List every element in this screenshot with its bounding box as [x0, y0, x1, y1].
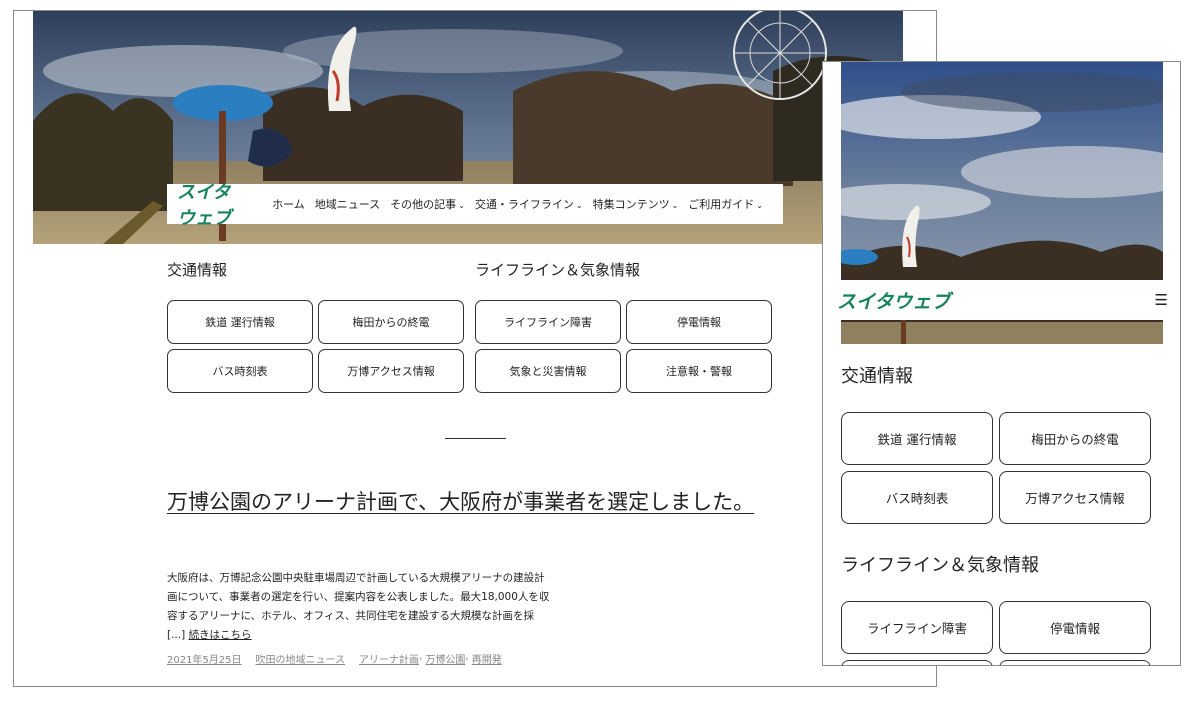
nav-item-traffic-lifeline[interactable]: 交通・ライフライン ⌄ [475, 196, 583, 212]
bus-timetable-button[interactable]: バス時刻表 [167, 349, 313, 393]
post-tag-link[interactable]: 万博公園 [425, 651, 465, 666]
post-title-link[interactable]: 万博公園のアリーナ計画で、大阪府が事業者を選定しました。 [167, 488, 757, 516]
weather-disaster-button[interactable]: 気象と災害情報 [475, 349, 621, 393]
chevron-down-icon: ⌄ [756, 201, 763, 210]
post-category-link[interactable]: 吹田の地域ニュース [256, 651, 346, 666]
expo-access-button[interactable]: 万博アクセス情報 [999, 471, 1151, 524]
lifeline-section-title: ライフライン＆気象情報 [841, 555, 1039, 576]
post-tag-link[interactable]: アリーナ計画 [359, 651, 419, 666]
chevron-down-icon: ⌄ [671, 201, 679, 210]
warnings-button[interactable]: 注意報・警報 [999, 660, 1151, 665]
post-date-link[interactable]: 2021年5月25日 [167, 651, 242, 666]
last-train-umeda-button[interactable]: 梅田からの終電 [318, 300, 464, 344]
nav-item-guide[interactable]: ご利用ガイド ⌄ [688, 196, 763, 212]
site-logo[interactable]: スイタウェブ [177, 178, 246, 230]
traffic-section-title: 交通情報 [841, 366, 913, 387]
warnings-button[interactable]: 注意報・警報 [626, 349, 772, 393]
mobile-screenshot: スイタウェブ ☰ 交通情報 鉄道 運行情報 梅田からの終電 バス時刻表 万博アク… [822, 61, 1181, 666]
lifeline-section-title: ライフライン＆気象情報 [475, 261, 641, 279]
post-tag-link[interactable]: 再開発 [472, 651, 502, 666]
traffic-buttons: 鉄道 運行情報 梅田からの終電 バス時刻表 万博アクセス情報 [841, 412, 1151, 524]
nav-item-home[interactable]: ホーム [272, 196, 305, 212]
weather-disaster-button[interactable]: 気象と災害情報 [841, 660, 993, 665]
bus-timetable-button[interactable]: バス時刻表 [841, 471, 993, 524]
power-outage-button[interactable]: 停電情報 [626, 300, 772, 344]
site-header: スイタウェブ ホーム 地域ニュース その他の記事 ⌄ 交通・ライフライン ⌄ 特集コ… [167, 182, 783, 229]
railway-status-button[interactable]: 鉄道 運行情報 [841, 412, 993, 465]
post-meta: 2021年5月25日 吹田の地域ニュース アリーナ計画, 万博公園, 再開発 [167, 651, 502, 666]
power-outage-button[interactable]: 停電情報 [999, 601, 1151, 654]
last-train-umeda-button[interactable]: 梅田からの終電 [999, 412, 1151, 465]
nav-item-features[interactable]: 特集コンテンツ ⌄ [593, 196, 679, 212]
post-excerpt: 大阪府は、万博記念公園中央駐車場周辺で計画している大規模アリーナの建設計 画につ… [167, 572, 550, 641]
nav-item-other-articles[interactable]: その他の記事 ⌄ [390, 196, 465, 212]
chevron-down-icon: ⌄ [575, 201, 583, 210]
lifeline-buttons: ライフライン障害 停電情報 気象と災害情報 注意報・警報 [475, 300, 772, 393]
desktop-screenshot: スイタウェブ ホーム 地域ニュース その他の記事 ⌄ 交通・ライフライン ⌄ 特集コ… [13, 10, 937, 687]
railway-status-button[interactable]: 鉄道 運行情報 [167, 300, 313, 344]
section-divider [445, 438, 506, 439]
expo-access-button[interactable]: 万博アクセス情報 [318, 349, 464, 393]
mobile-header: スイタウェブ ☰ [823, 280, 1180, 320]
nav-item-local-news[interactable]: 地域ニュース [315, 196, 380, 212]
main-nav: ホーム 地域ニュース その他の記事 ⌄ 交通・ライフライン ⌄ 特集コンテンツ ⌄ ご… [272, 196, 773, 212]
site-logo[interactable]: スイタウェブ [837, 287, 950, 314]
lifeline-outage-button[interactable]: ライフライン障害 [841, 601, 993, 654]
lifeline-buttons: ライフライン障害 停電情報 気象と災害情報 注意報・警報 [841, 601, 1151, 665]
traffic-buttons: 鉄道 運行情報 梅田からの終電 バス時刻表 万博アクセス情報 [167, 300, 464, 393]
lifeline-outage-button[interactable]: ライフライン障害 [475, 300, 621, 344]
hamburger-menu-icon[interactable]: ☰ [1155, 291, 1168, 309]
traffic-section-title: 交通情報 [167, 261, 228, 279]
read-more-link[interactable]: 続きはこちら [189, 629, 252, 641]
chevron-down-icon: ⌄ [458, 201, 465, 210]
